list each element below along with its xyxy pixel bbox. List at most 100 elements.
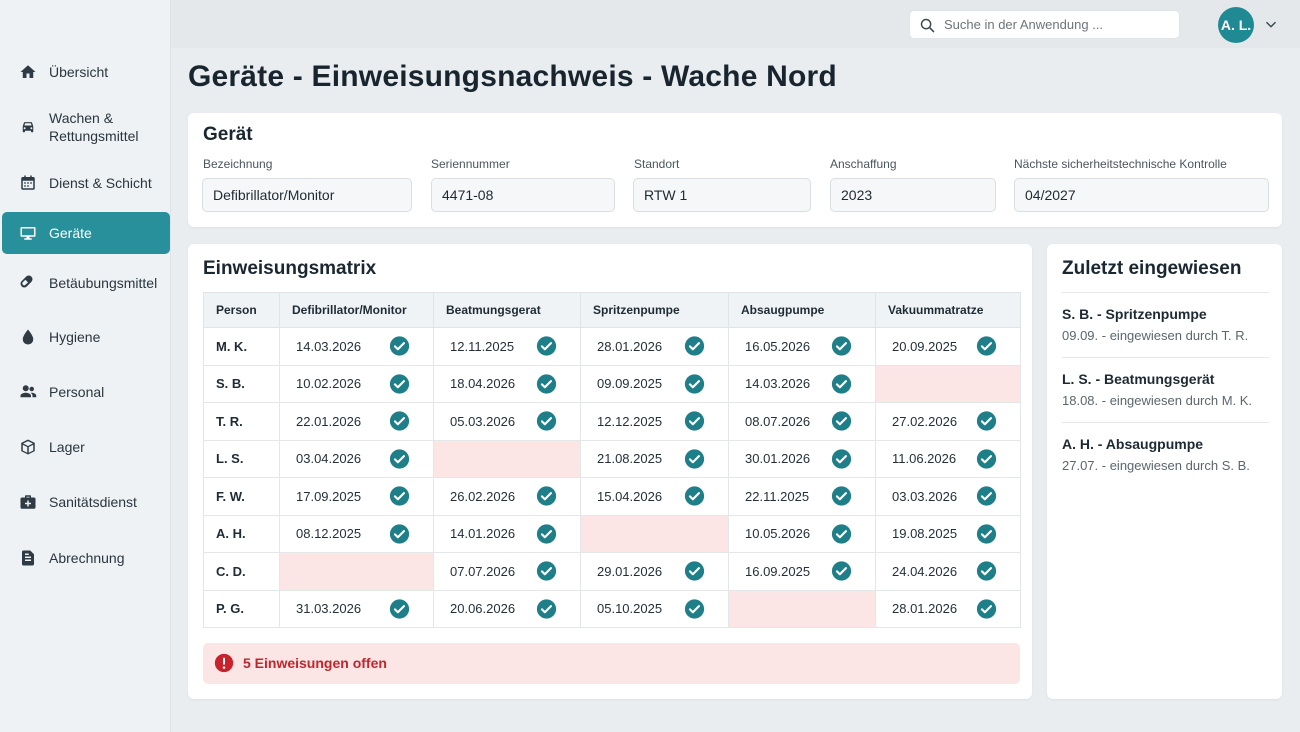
- list-item[interactable]: S. B. - Spritzenpumpe 09.09. - eingewies…: [1062, 292, 1269, 357]
- check-icon: [831, 449, 852, 469]
- standort-field[interactable]: [633, 178, 811, 212]
- instruction-cell[interactable]: 28.01.2026: [875, 589, 1021, 628]
- sidebar-item-personal[interactable]: Personal: [2, 371, 170, 413]
- check-icon: [536, 336, 557, 356]
- table-header-row: Person Defibrillator/Monitor Beatmungsge…: [203, 292, 1021, 328]
- sidebar-item-geraete[interactable]: Geräte: [2, 212, 170, 254]
- instruction-cell[interactable]: 05.03.2026: [433, 402, 581, 441]
- instruction-cell[interactable]: 31.03.2026: [279, 589, 434, 628]
- matrix-card: Einweisungsmatrix Person Defibrillator/M…: [188, 244, 1032, 699]
- instruction-cell[interactable]: 10.02.2026: [279, 364, 434, 403]
- instruction-cell[interactable]: 19.08.2025: [875, 514, 1021, 553]
- sidebar-item-wachen[interactable]: Wachen & Rettungsmittel: [2, 103, 170, 151]
- instruction-date: 11.06.2026: [892, 451, 957, 467]
- instruction-cell[interactable]: 16.09.2025: [728, 552, 876, 591]
- sidebar-item-hygiene[interactable]: Hygiene: [2, 316, 170, 358]
- anschaffung-field[interactable]: [830, 178, 996, 212]
- missing-instruction-cell[interactable]: [580, 514, 729, 553]
- sidebar-item-lager[interactable]: Lager: [2, 426, 170, 468]
- instruction-cell[interactable]: 29.01.2026: [580, 552, 729, 591]
- missing-instruction-cell[interactable]: [728, 589, 876, 628]
- check-icon: [831, 336, 852, 356]
- sidebar-item-label: Lager: [49, 439, 85, 455]
- instruction-cell[interactable]: 28.01.2026: [580, 327, 729, 366]
- kontrolle-field[interactable]: [1014, 178, 1269, 212]
- instruction-cell[interactable]: 08.12.2025: [279, 514, 434, 553]
- instruction-cell[interactable]: 15.04.2026: [580, 477, 729, 516]
- instruction-cell[interactable]: 12.12.2025: [580, 402, 729, 441]
- search-input[interactable]: [944, 11, 1174, 38]
- instruction-cell[interactable]: 27.02.2026: [875, 402, 1021, 441]
- instruction-date: 12.12.2025: [597, 413, 663, 429]
- avatar[interactable]: A. L.: [1218, 7, 1254, 43]
- column-header: Beatmungsgerat: [433, 292, 581, 328]
- missing-instruction-cell[interactable]: [279, 552, 434, 591]
- medical-kit-icon: [18, 492, 38, 512]
- instruction-cell[interactable]: 09.09.2025: [580, 364, 729, 403]
- instruction-cell[interactable]: 08.07.2026: [728, 402, 876, 441]
- check-icon: [684, 486, 705, 506]
- instruction-date: 24.04.2026: [892, 563, 958, 579]
- instruction-cell[interactable]: 07.07.2026: [433, 552, 581, 591]
- instruction-cell[interactable]: 10.05.2026: [728, 514, 876, 553]
- instruction-cell[interactable]: 16.05.2026: [728, 327, 876, 366]
- check-icon: [831, 411, 852, 431]
- instruction-cell[interactable]: 11.06.2026: [875, 439, 1021, 478]
- instruction-date: 26.02.2026: [450, 488, 516, 504]
- person-cell: M. K.: [203, 327, 280, 366]
- sidebar-item-sanitaetsdienst[interactable]: Sanitätsdienst: [2, 481, 170, 523]
- sidebar-item-dienst[interactable]: Dienst & Schicht: [2, 162, 170, 204]
- check-icon: [389, 524, 410, 544]
- instruction-cell[interactable]: 03.03.2026: [875, 477, 1021, 516]
- instruction-cell[interactable]: 14.01.2026: [433, 514, 581, 553]
- instruction-date: 16.05.2026: [745, 338, 811, 354]
- instruction-cell[interactable]: 17.09.2025: [279, 477, 434, 516]
- search-box[interactable]: [909, 10, 1180, 39]
- list-item[interactable]: L. S. - Beatmungsgerät 18.08. - eingewie…: [1062, 357, 1269, 422]
- recent-item-subtitle: 09.09. - eingewiesen durch T. R.: [1062, 328, 1249, 343]
- check-icon: [831, 524, 852, 544]
- instruction-cell[interactable]: 20.09.2025: [875, 327, 1021, 366]
- seriennummer-field[interactable]: [431, 178, 615, 212]
- instruction-cell[interactable]: 20.06.2026: [433, 589, 581, 628]
- instruction-date: 31.03.2026: [296, 601, 362, 617]
- einweisungsmatrix-table: Person Defibrillator/Monitor Beatmungsge…: [203, 292, 1021, 628]
- table-row: T. R. 22.01.2026 05.03.2026 12.12.2025 08.07…: [203, 402, 1021, 441]
- instruction-date: 28.01.2026: [892, 601, 958, 617]
- sidebar-item-uebersicht[interactable]: Übersicht: [2, 51, 170, 93]
- missing-instruction-cell[interactable]: [433, 439, 581, 478]
- instruction-cell[interactable]: 03.04.2026: [279, 439, 434, 478]
- instruction-cell[interactable]: 22.11.2025: [728, 477, 876, 516]
- sidebar-item-label: Wachen & Rettungsmittel: [49, 110, 139, 144]
- field-label-standort: Standort: [634, 157, 680, 171]
- instruction-cell[interactable]: 18.04.2026: [433, 364, 581, 403]
- instruction-date: 29.01.2026: [597, 563, 663, 579]
- table-row: F. W. 17.09.2025 26.02.2026 15.04.2026 22.11…: [203, 477, 1021, 516]
- instruction-cell[interactable]: 26.02.2026: [433, 477, 581, 516]
- missing-instruction-cell[interactable]: [875, 364, 1021, 403]
- check-icon: [684, 411, 705, 431]
- column-header: Spritzenpumpe: [580, 292, 729, 328]
- instruction-cell[interactable]: 14.03.2026: [728, 364, 876, 403]
- check-icon: [684, 449, 705, 469]
- instruction-cell[interactable]: 21.08.2025: [580, 439, 729, 478]
- instruction-date: 14.01.2026: [450, 526, 516, 542]
- instruction-cell[interactable]: 22.01.2026: [279, 402, 434, 441]
- sidebar-item-abrechnung[interactable]: Abrechnung: [2, 537, 170, 579]
- field-label-kontrolle: Nächste sicherheitstechnische Kontrolle: [1014, 157, 1227, 171]
- chevron-down-icon[interactable]: [1264, 18, 1278, 32]
- list-item[interactable]: A. H. - Absaugpumpe 27.07. - eingewiesen…: [1062, 422, 1269, 487]
- bezeichnung-field[interactable]: [202, 178, 412, 212]
- instruction-cell[interactable]: 24.04.2026: [875, 552, 1021, 591]
- recent-title: Zuletzt eingewiesen: [1062, 258, 1242, 279]
- sidebar-item-betaeubungsmittel[interactable]: Betäubungsmittel: [2, 262, 170, 304]
- person-cell: T. R.: [203, 402, 280, 441]
- check-icon: [389, 336, 410, 356]
- instruction-cell[interactable]: 14.03.2026: [279, 327, 434, 366]
- instruction-cell[interactable]: 30.01.2026: [728, 439, 876, 478]
- column-header: Defibrillator/Monitor: [279, 292, 434, 328]
- column-header: Person: [203, 292, 280, 328]
- instruction-cell[interactable]: 12.11.2025: [433, 327, 581, 366]
- instruction-cell[interactable]: 05.10.2025: [580, 589, 729, 628]
- recent-item-title: L. S. - Beatmungsgerät: [1062, 371, 1215, 387]
